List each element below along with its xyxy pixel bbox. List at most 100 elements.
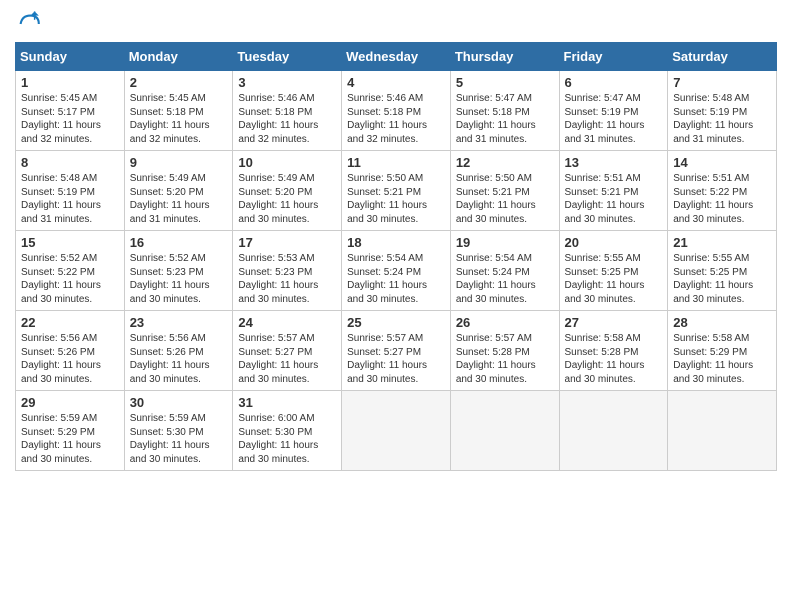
calendar-cell	[342, 391, 451, 471]
calendar-cell: 7 Sunrise: 5:48 AM Sunset: 5:19 PM Dayli…	[668, 71, 777, 151]
day-info: Sunrise: 5:50 AM Sunset: 5:21 PM Dayligh…	[456, 172, 554, 226]
weekday-header-sunday: Sunday	[16, 43, 125, 71]
calendar-cell: 25 Sunrise: 5:57 AM Sunset: 5:27 PM Dayl…	[342, 311, 451, 391]
day-number: 29	[21, 395, 119, 410]
calendar-cell: 1 Sunrise: 5:45 AM Sunset: 5:17 PM Dayli…	[16, 71, 125, 151]
day-number: 21	[673, 235, 771, 250]
day-number: 19	[456, 235, 554, 250]
day-number: 15	[21, 235, 119, 250]
calendar-cell: 13 Sunrise: 5:51 AM Sunset: 5:21 PM Dayl…	[559, 151, 668, 231]
day-number: 25	[347, 315, 445, 330]
day-info: Sunrise: 5:57 AM Sunset: 5:28 PM Dayligh…	[456, 332, 554, 386]
day-info: Sunrise: 5:48 AM Sunset: 5:19 PM Dayligh…	[673, 92, 771, 146]
weekday-header-thursday: Thursday	[450, 43, 559, 71]
calendar-week-row: 29 Sunrise: 5:59 AM Sunset: 5:29 PM Dayl…	[16, 391, 777, 471]
calendar-cell: 19 Sunrise: 5:54 AM Sunset: 5:24 PM Dayl…	[450, 231, 559, 311]
day-info: Sunrise: 5:53 AM Sunset: 5:23 PM Dayligh…	[238, 252, 336, 306]
header	[15, 10, 777, 38]
weekday-header-friday: Friday	[559, 43, 668, 71]
calendar-cell: 31 Sunrise: 6:00 AM Sunset: 5:30 PM Dayl…	[233, 391, 342, 471]
day-info: Sunrise: 5:45 AM Sunset: 5:17 PM Dayligh…	[21, 92, 119, 146]
day-number: 20	[565, 235, 663, 250]
calendar-cell: 18 Sunrise: 5:54 AM Sunset: 5:24 PM Dayl…	[342, 231, 451, 311]
weekday-header-wednesday: Wednesday	[342, 43, 451, 71]
calendar-cell: 20 Sunrise: 5:55 AM Sunset: 5:25 PM Dayl…	[559, 231, 668, 311]
day-number: 1	[21, 75, 119, 90]
calendar-week-row: 1 Sunrise: 5:45 AM Sunset: 5:17 PM Dayli…	[16, 71, 777, 151]
calendar-cell: 21 Sunrise: 5:55 AM Sunset: 5:25 PM Dayl…	[668, 231, 777, 311]
calendar-cell: 4 Sunrise: 5:46 AM Sunset: 5:18 PM Dayli…	[342, 71, 451, 151]
calendar-cell: 12 Sunrise: 5:50 AM Sunset: 5:21 PM Dayl…	[450, 151, 559, 231]
day-number: 17	[238, 235, 336, 250]
day-info: Sunrise: 5:45 AM Sunset: 5:18 PM Dayligh…	[130, 92, 228, 146]
calendar-cell: 23 Sunrise: 5:56 AM Sunset: 5:26 PM Dayl…	[124, 311, 233, 391]
day-number: 11	[347, 155, 445, 170]
calendar-cell: 8 Sunrise: 5:48 AM Sunset: 5:19 PM Dayli…	[16, 151, 125, 231]
weekday-header-tuesday: Tuesday	[233, 43, 342, 71]
day-number: 4	[347, 75, 445, 90]
day-number: 28	[673, 315, 771, 330]
calendar-cell: 29 Sunrise: 5:59 AM Sunset: 5:29 PM Dayl…	[16, 391, 125, 471]
day-info: Sunrise: 5:46 AM Sunset: 5:18 PM Dayligh…	[238, 92, 336, 146]
day-number: 16	[130, 235, 228, 250]
day-info: Sunrise: 5:54 AM Sunset: 5:24 PM Dayligh…	[456, 252, 554, 306]
calendar-cell: 2 Sunrise: 5:45 AM Sunset: 5:18 PM Dayli…	[124, 71, 233, 151]
day-number: 8	[21, 155, 119, 170]
day-info: Sunrise: 5:47 AM Sunset: 5:19 PM Dayligh…	[565, 92, 663, 146]
day-number: 7	[673, 75, 771, 90]
calendar-cell: 24 Sunrise: 5:57 AM Sunset: 5:27 PM Dayl…	[233, 311, 342, 391]
day-number: 3	[238, 75, 336, 90]
day-number: 14	[673, 155, 771, 170]
day-info: Sunrise: 5:56 AM Sunset: 5:26 PM Dayligh…	[130, 332, 228, 386]
calendar-cell: 26 Sunrise: 5:57 AM Sunset: 5:28 PM Dayl…	[450, 311, 559, 391]
calendar-week-row: 22 Sunrise: 5:56 AM Sunset: 5:26 PM Dayl…	[16, 311, 777, 391]
day-info: Sunrise: 5:49 AM Sunset: 5:20 PM Dayligh…	[238, 172, 336, 226]
day-number: 23	[130, 315, 228, 330]
day-info: Sunrise: 5:52 AM Sunset: 5:23 PM Dayligh…	[130, 252, 228, 306]
calendar-week-row: 15 Sunrise: 5:52 AM Sunset: 5:22 PM Dayl…	[16, 231, 777, 311]
day-info: Sunrise: 5:59 AM Sunset: 5:29 PM Dayligh…	[21, 412, 119, 466]
calendar-cell: 15 Sunrise: 5:52 AM Sunset: 5:22 PM Dayl…	[16, 231, 125, 311]
day-info: Sunrise: 5:47 AM Sunset: 5:18 PM Dayligh…	[456, 92, 554, 146]
day-number: 22	[21, 315, 119, 330]
day-info: Sunrise: 5:51 AM Sunset: 5:21 PM Dayligh…	[565, 172, 663, 226]
day-number: 9	[130, 155, 228, 170]
day-info: Sunrise: 5:59 AM Sunset: 5:30 PM Dayligh…	[130, 412, 228, 466]
weekday-header-monday: Monday	[124, 43, 233, 71]
calendar-cell: 5 Sunrise: 5:47 AM Sunset: 5:18 PM Dayli…	[450, 71, 559, 151]
calendar-cell: 9 Sunrise: 5:49 AM Sunset: 5:20 PM Dayli…	[124, 151, 233, 231]
calendar-cell	[559, 391, 668, 471]
day-info: Sunrise: 5:58 AM Sunset: 5:29 PM Dayligh…	[673, 332, 771, 386]
day-number: 12	[456, 155, 554, 170]
day-number: 31	[238, 395, 336, 410]
calendar-cell	[668, 391, 777, 471]
day-info: Sunrise: 5:51 AM Sunset: 5:22 PM Dayligh…	[673, 172, 771, 226]
logo-icon	[15, 10, 43, 38]
calendar-cell: 27 Sunrise: 5:58 AM Sunset: 5:28 PM Dayl…	[559, 311, 668, 391]
calendar-table: SundayMondayTuesdayWednesdayThursdayFrid…	[15, 42, 777, 471]
day-number: 27	[565, 315, 663, 330]
day-info: Sunrise: 5:46 AM Sunset: 5:18 PM Dayligh…	[347, 92, 445, 146]
calendar-week-row: 8 Sunrise: 5:48 AM Sunset: 5:19 PM Dayli…	[16, 151, 777, 231]
logo	[15, 10, 47, 38]
calendar-cell: 11 Sunrise: 5:50 AM Sunset: 5:21 PM Dayl…	[342, 151, 451, 231]
calendar-cell: 22 Sunrise: 5:56 AM Sunset: 5:26 PM Dayl…	[16, 311, 125, 391]
day-info: Sunrise: 5:57 AM Sunset: 5:27 PM Dayligh…	[347, 332, 445, 386]
weekday-header-saturday: Saturday	[668, 43, 777, 71]
calendar-cell: 16 Sunrise: 5:52 AM Sunset: 5:23 PM Dayl…	[124, 231, 233, 311]
calendar-cell: 14 Sunrise: 5:51 AM Sunset: 5:22 PM Dayl…	[668, 151, 777, 231]
day-number: 6	[565, 75, 663, 90]
calendar-cell: 17 Sunrise: 5:53 AM Sunset: 5:23 PM Dayl…	[233, 231, 342, 311]
day-number: 26	[456, 315, 554, 330]
day-info: Sunrise: 5:50 AM Sunset: 5:21 PM Dayligh…	[347, 172, 445, 226]
calendar-cell: 30 Sunrise: 5:59 AM Sunset: 5:30 PM Dayl…	[124, 391, 233, 471]
day-number: 10	[238, 155, 336, 170]
day-info: Sunrise: 5:49 AM Sunset: 5:20 PM Dayligh…	[130, 172, 228, 226]
day-number: 30	[130, 395, 228, 410]
day-info: Sunrise: 5:55 AM Sunset: 5:25 PM Dayligh…	[565, 252, 663, 306]
day-info: Sunrise: 5:58 AM Sunset: 5:28 PM Dayligh…	[565, 332, 663, 386]
day-info: Sunrise: 5:55 AM Sunset: 5:25 PM Dayligh…	[673, 252, 771, 306]
day-info: Sunrise: 5:52 AM Sunset: 5:22 PM Dayligh…	[21, 252, 119, 306]
day-info: Sunrise: 5:54 AM Sunset: 5:24 PM Dayligh…	[347, 252, 445, 306]
calendar-cell	[450, 391, 559, 471]
